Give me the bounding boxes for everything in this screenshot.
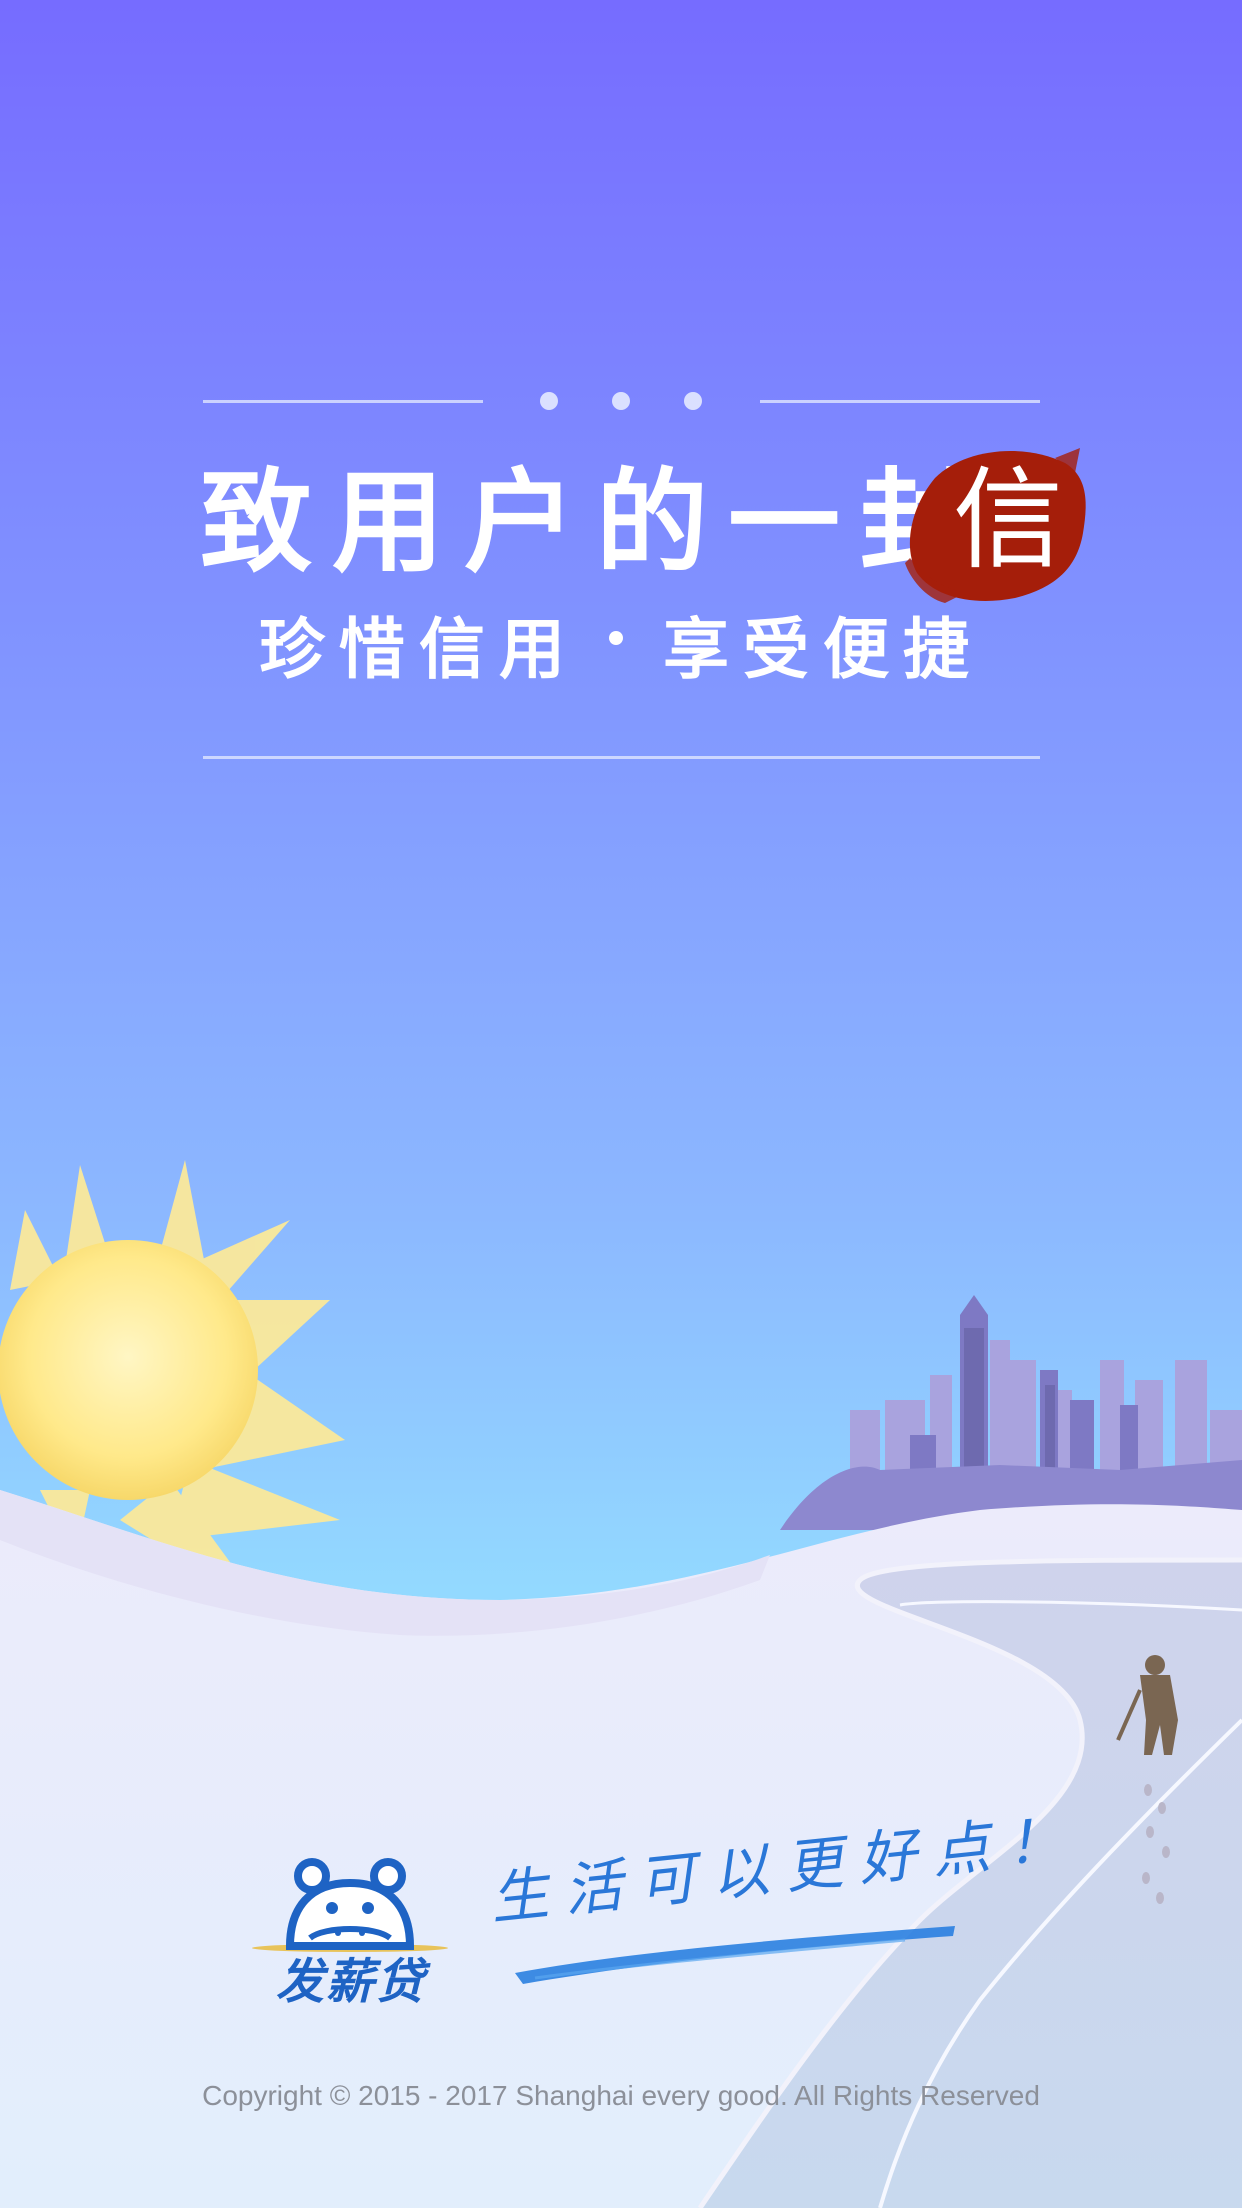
brush-stroke	[515, 1926, 955, 1984]
dot-1	[540, 392, 558, 410]
copyright-text: Copyright © 2015 - 2017 Shanghai every g…	[202, 2080, 1040, 2111]
subtitle: 珍惜信用 享受便捷	[0, 610, 1242, 690]
dot-2	[612, 392, 630, 410]
page-title: 致用户的一封	[200, 458, 992, 588]
subtitle-left: 珍惜信用	[259, 611, 579, 688]
divider-top-left	[203, 400, 483, 403]
city-skyline	[780, 1295, 1242, 1530]
title-stamp-char: 信	[953, 456, 1063, 584]
divider-top-right	[760, 400, 1040, 403]
splash-screen: 致用户的一封 信 珍惜信用 享受便捷 发薪贷 生活可以更好点！ Copyright…	[0, 0, 1242, 2208]
dot-3	[684, 392, 702, 410]
subtitle-right: 享受便捷	[663, 611, 983, 688]
subtitle-separator-dot	[609, 630, 623, 645]
divider-bottom	[203, 756, 1040, 759]
logo-text: 发薪贷	[275, 1954, 426, 2010]
